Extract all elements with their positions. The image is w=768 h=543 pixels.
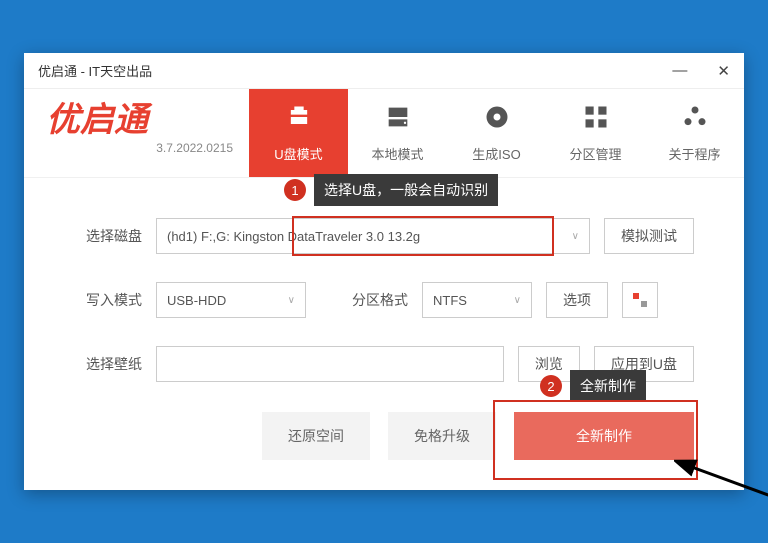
tab-local-mode[interactable]: 本地模式 (348, 89, 447, 177)
simulate-test-button[interactable]: 模拟测试 (604, 218, 694, 254)
usb-icon (285, 103, 313, 136)
minimize-button[interactable]: — (672, 62, 687, 80)
tab-partition-mgmt[interactable]: 分区管理 (546, 89, 645, 177)
restore-space-button[interactable]: 还原空间 (262, 412, 370, 460)
logo-text: 优启通 (46, 103, 237, 137)
hdd-icon (384, 103, 412, 136)
write-value: USB-HDD (167, 293, 226, 308)
close-button[interactable]: ✕ (717, 62, 730, 80)
app-window: 优启通 - IT天空出品 — ✕ 优启通 3.7.2022.0215 U盘模式 … (24, 53, 744, 490)
tab-label: 分区管理 (569, 144, 621, 163)
tab-label: U盘模式 (274, 144, 322, 163)
callout-badge: 1 (284, 179, 306, 201)
logo-area: 优启通 3.7.2022.0215 (24, 89, 249, 177)
version-label: 3.7.2022.0215 (46, 141, 237, 155)
write-label: 写入模式 (74, 290, 142, 310)
disk-value: (hd1) F:,G: Kingston DataTraveler 3.0 13… (167, 229, 420, 244)
disk-select[interactable]: (hd1) F:,G: Kingston DataTraveler 3.0 13… (156, 218, 590, 254)
chevron-down-icon: ∨ (514, 295, 521, 306)
squares-icon (633, 293, 647, 307)
tab-bar: U盘模式 本地模式 生成ISO 分区管理 (249, 89, 744, 177)
about-icon (681, 103, 709, 136)
format-free-upgrade-button[interactable]: 免格升级 (388, 412, 496, 460)
tab-label: 本地模式 (371, 144, 423, 163)
create-new-button[interactable]: 全新制作 (514, 412, 694, 460)
header: 优启通 3.7.2022.0215 U盘模式 本地模式 生成ISO (24, 89, 744, 178)
chevron-down-icon: ∨ (288, 295, 295, 306)
format-label: 分区格式 (352, 290, 408, 310)
advanced-button[interactable] (622, 282, 658, 318)
wallpaper-label: 选择壁纸 (74, 354, 142, 374)
chevron-down-icon: ∨ (572, 231, 579, 242)
format-value: NTFS (433, 293, 467, 308)
body-area: 1 选择U盘，一般会自动识别 选择磁盘 (hd1) F:,G: Kingston… (24, 178, 744, 490)
write-row: 写入模式 USB-HDD ∨ 分区格式 NTFS ∨ 选项 (74, 282, 694, 318)
callout-text: 选择U盘，一般会自动识别 (314, 174, 498, 206)
bottom-row: 还原空间 免格升级 全新制作 (74, 412, 694, 460)
arrow-annotation (674, 454, 768, 504)
tab-usb-mode[interactable]: U盘模式 (249, 89, 348, 177)
callout-badge: 2 (540, 375, 562, 397)
disc-icon (483, 103, 511, 136)
write-mode-select[interactable]: USB-HDD ∨ (156, 282, 306, 318)
disk-label: 选择磁盘 (74, 226, 142, 246)
tab-generate-iso[interactable]: 生成ISO (447, 89, 546, 177)
window-controls: — ✕ (672, 62, 730, 80)
titlebar: 优启通 - IT天空出品 — ✕ (24, 53, 744, 89)
callout-text: 全新制作 (570, 370, 646, 402)
tab-label: 关于程序 (668, 144, 720, 163)
tab-label: 生成ISO (472, 144, 520, 163)
disk-row: 选择磁盘 (hd1) F:,G: Kingston DataTraveler 3… (74, 218, 694, 254)
callout-1: 1 选择U盘，一般会自动识别 (284, 174, 498, 206)
callout-2: 2 全新制作 (540, 370, 646, 402)
tab-about[interactable]: 关于程序 (645, 89, 744, 177)
options-button[interactable]: 选项 (546, 282, 608, 318)
grid-icon (582, 103, 610, 136)
wallpaper-input[interactable] (156, 346, 504, 382)
partition-format-select[interactable]: NTFS ∨ (422, 282, 532, 318)
window-title: 优启通 - IT天空出品 (38, 61, 152, 80)
